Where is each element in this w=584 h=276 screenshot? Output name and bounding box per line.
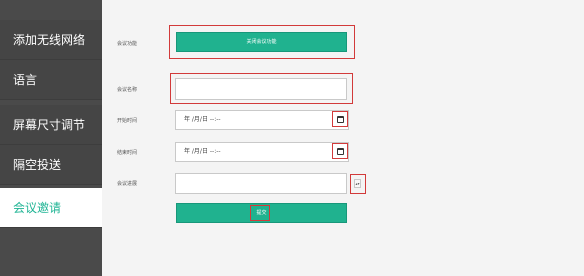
close-meeting-function-button[interactable]: 关闭会议功能 <box>176 32 347 52</box>
sidebar-item-label: 屏幕尺寸调节 <box>13 118 86 132</box>
sidebar-item-meeting-invite[interactable]: 会议邀请 <box>0 188 102 228</box>
start-time-input[interactable]: 年 /月/日 --:-- <box>175 110 349 130</box>
sidebar-item-add-wireless[interactable]: 添加无线网络 <box>0 20 102 60</box>
meeting-progress-input[interactable] <box>175 173 347 194</box>
sidebar-item-label: 添加无线网络 <box>13 33 86 47</box>
sidebar-item-airdrop[interactable]: 隔空投送 <box>0 145 102 185</box>
number-spinner-icon[interactable]: ▴▾ <box>354 179 361 188</box>
sidebar-item-screen-size[interactable]: 屏幕尺寸调节 <box>0 105 102 145</box>
calendar-icon[interactable] <box>337 148 344 155</box>
sidebar-item-label: 语言 <box>13 73 38 87</box>
sidebar-item-label: 会议邀请 <box>13 201 62 215</box>
sidebar-item-language[interactable]: 语言 <box>0 60 102 100</box>
end-time-input[interactable]: 年 /月/日 --:-- <box>175 142 349 162</box>
end-time-label: 结束时间 <box>117 150 138 156</box>
sidebar-nav: 添加无线网络 语言 屏幕尺寸调节 隔空投送 会议邀请 <box>0 0 102 276</box>
submit-label: 提交 <box>256 210 267 216</box>
meeting-name-label: 会议名称 <box>117 87 138 93</box>
submit-button[interactable]: 提交 <box>176 203 347 223</box>
sidebar-item-label: 隔空投送 <box>13 158 62 172</box>
meeting-name-input[interactable] <box>175 78 347 100</box>
meeting-progress-label: 会议进展 <box>117 181 138 187</box>
calendar-icon[interactable] <box>337 116 344 123</box>
start-time-label: 开始时间 <box>117 118 138 124</box>
meeting-function-label: 会议功能 <box>117 41 138 47</box>
